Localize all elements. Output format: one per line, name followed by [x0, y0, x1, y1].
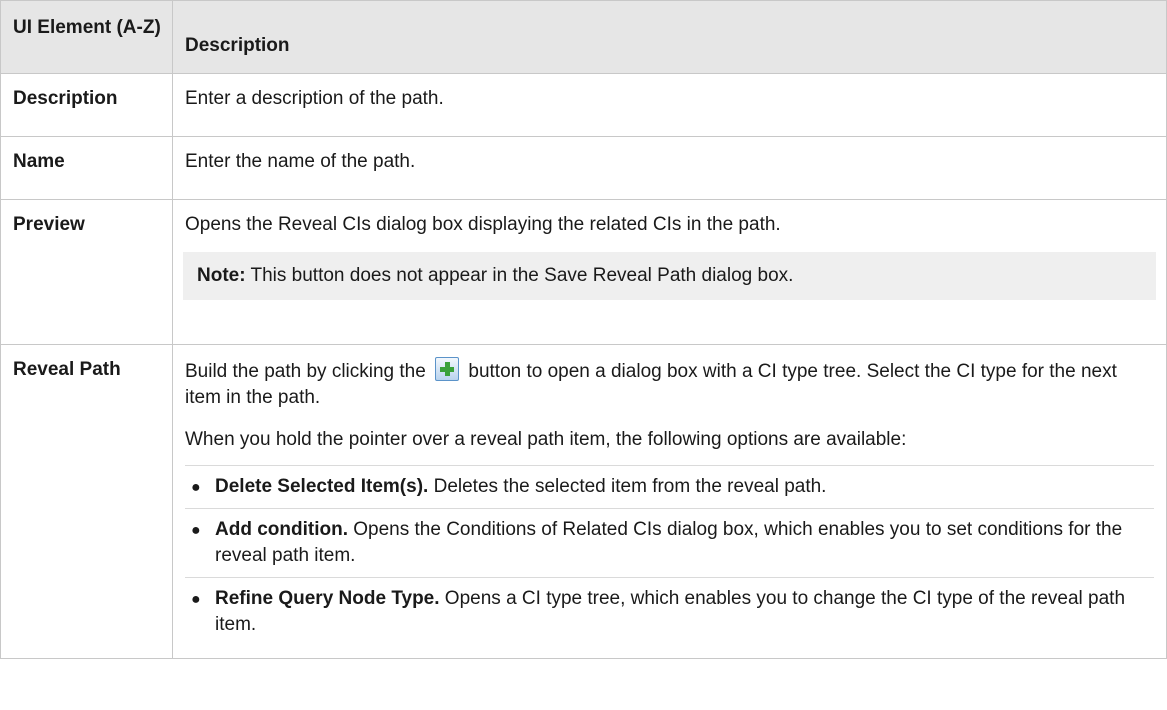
element-name: Preview: [0, 199, 173, 345]
option-text: Opens the Conditions of Related CIs dial…: [215, 519, 1123, 566]
table-row: Preview Opens the Reveal CIs dialog box …: [0, 199, 1167, 345]
description-text-start: Build the path by clicking the: [185, 361, 432, 382]
ui-elements-table: UI Element (A-Z) Description Description…: [0, 0, 1167, 659]
element-name: Description: [0, 73, 173, 137]
table-header-row: UI Element (A-Z) Description: [0, 0, 1167, 74]
option-title: Delete Selected Item(s).: [215, 476, 429, 497]
element-name: Name: [0, 136, 173, 200]
table-row: Name Enter the name of the path.: [0, 136, 1167, 200]
options-list: ● Delete Selected Item(s). Deletes the se…: [185, 465, 1154, 646]
note-box: Note: This button does not appear in the…: [183, 252, 1156, 300]
element-description: Build the path by clicking the button to…: [185, 357, 1154, 411]
element-description: Enter a description of the path.: [172, 73, 1167, 137]
add-plus-icon: [435, 357, 460, 381]
option-title: Add condition.: [215, 519, 348, 540]
option-text: Deletes the selected item from the revea…: [428, 476, 827, 497]
table-row: Reveal Path Build the path by clicking t…: [0, 344, 1167, 659]
list-item: ● Delete Selected Item(s). Deletes the se…: [185, 465, 1154, 508]
list-item: ● Refine Query Node Type. Opens a CI type…: [185, 577, 1154, 646]
options-intro: When you hold the pointer over a reveal …: [185, 429, 907, 450]
element-description-cell: Opens the Reveal CIs dialog box displayi…: [172, 199, 1167, 345]
table-row: Description Enter a description of the p…: [0, 73, 1167, 137]
element-description: Enter the name of the path.: [172, 136, 1167, 200]
option-title: Refine Query Node Type.: [215, 588, 440, 609]
bullet-icon: ●: [191, 479, 201, 496]
element-description: Opens the Reveal CIs dialog box displayi…: [185, 214, 781, 235]
note-label: Note:: [197, 265, 246, 286]
header-description: Description: [172, 0, 1167, 74]
bullet-icon: ●: [191, 522, 201, 539]
element-name: Reveal Path: [0, 344, 173, 659]
note-text: This button does not appear in the Save …: [245, 265, 794, 286]
header-ui-element: UI Element (A-Z): [0, 0, 173, 74]
bullet-icon: ●: [191, 591, 201, 608]
element-description-cell: Build the path by clicking the button to…: [172, 344, 1167, 659]
list-item: ● Add condition. Opens the Conditions of …: [185, 508, 1154, 577]
